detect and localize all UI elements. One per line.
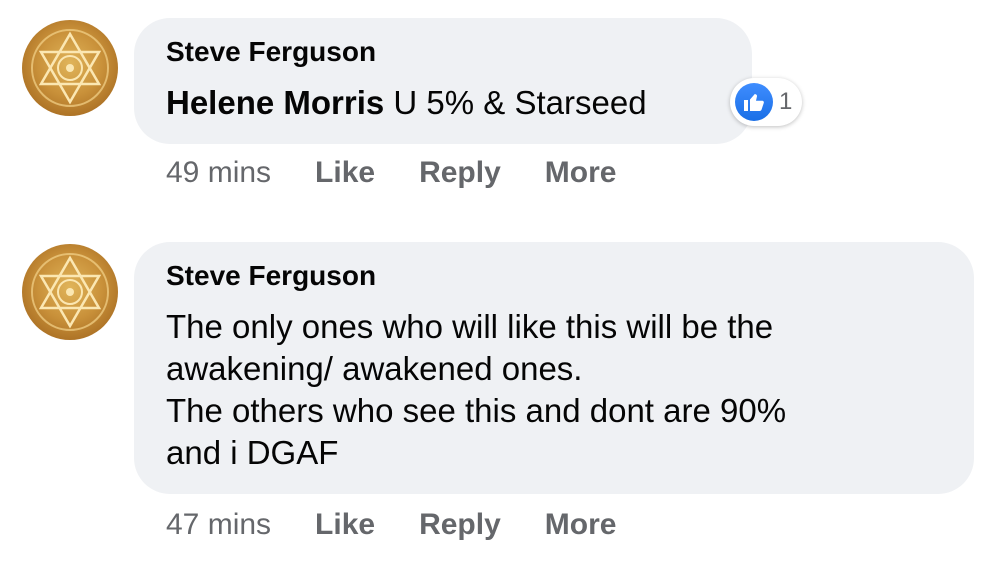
- reply-button[interactable]: Reply: [419, 508, 501, 542]
- more-button[interactable]: More: [545, 508, 617, 542]
- comment-bubble: Steve Ferguson Helene Morris U 5% & Star…: [134, 18, 752, 144]
- avatar[interactable]: [22, 244, 118, 340]
- timestamp[interactable]: 47 mins: [166, 508, 271, 542]
- comment-author[interactable]: Steve Ferguson: [166, 260, 376, 292]
- avatar[interactable]: [22, 20, 118, 116]
- comment-author[interactable]: Steve Ferguson: [166, 36, 376, 68]
- comment-line: The only ones who will like this will be…: [166, 308, 774, 345]
- timestamp[interactable]: 49 mins: [166, 156, 271, 190]
- comment-bubble: Steve Ferguson The only ones who will li…: [134, 242, 974, 494]
- comment-actions: 49 mins Like Reply More: [166, 156, 660, 190]
- reaction-count: 1: [779, 88, 793, 115]
- comment-text-body: U 5% & Starseed: [384, 84, 647, 121]
- comment-actions: 47 mins Like Reply More: [166, 508, 660, 542]
- merkaba-icon: [31, 29, 109, 107]
- like-button[interactable]: Like: [315, 508, 375, 542]
- thumbs-up-icon: [735, 83, 773, 121]
- comment-text: The only ones who will like this will be…: [166, 306, 786, 474]
- more-button[interactable]: More: [545, 156, 617, 190]
- merkaba-icon: [31, 253, 109, 331]
- comment-line: The others who see this and dont are 90%: [166, 392, 787, 429]
- comment-line: awakening/ awakened ones.: [166, 350, 583, 387]
- reaction-summary[interactable]: 1: [730, 78, 803, 126]
- mention-link[interactable]: Helene Morris: [166, 84, 384, 121]
- like-button[interactable]: Like: [315, 156, 375, 190]
- comment-text: Helene Morris U 5% & Starseed: [166, 82, 647, 124]
- comment-line: and i DGAF: [166, 434, 339, 471]
- reply-button[interactable]: Reply: [419, 156, 501, 190]
